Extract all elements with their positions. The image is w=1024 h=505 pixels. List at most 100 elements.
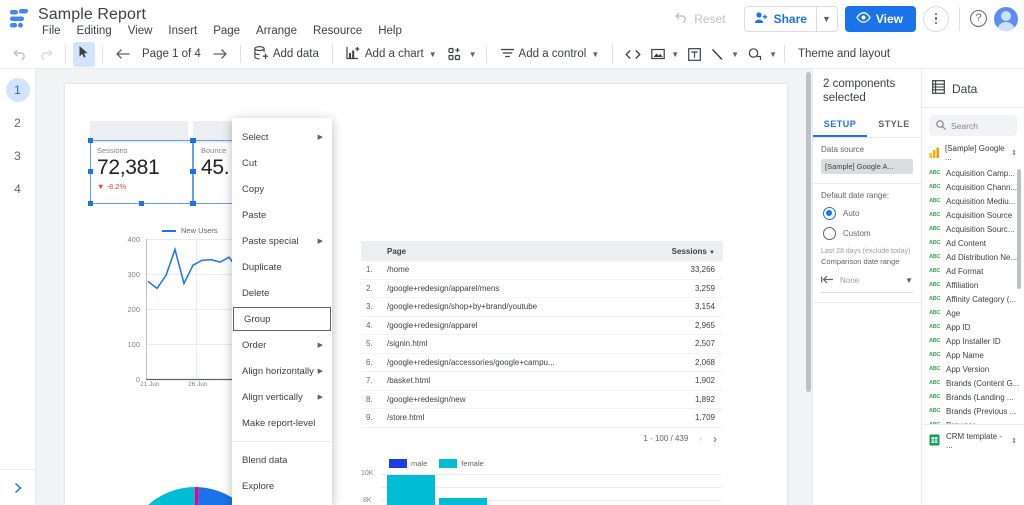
data-table-pages[interactable]: Page Sessions ▼ 1. /home 33,266 2. /google+r… [361, 241, 723, 450]
canvas-vertical-scrollbar[interactable] [805, 69, 812, 505]
field-item[interactable]: ABC Acquisition Camp... [929, 166, 1024, 180]
field-item[interactable]: ABC Acquisition Sourc... [929, 222, 1024, 236]
field-item[interactable]: ABC Acquisition Source [929, 208, 1024, 222]
table-row[interactable]: 9. /store.html 1,709 [361, 409, 723, 428]
bar-chart-gender[interactable]: male female 10K 8K [361, 459, 723, 505]
context-menu-item-delete[interactable]: Delete [232, 280, 332, 306]
table-row[interactable]: 7. /basket.html 1,902 [361, 372, 723, 391]
table-row[interactable]: 8. /google+redesign/new 1,892 [361, 391, 723, 409]
share-dropdown-button[interactable]: ▼ [815, 5, 838, 32]
field-item[interactable]: ABC Browser [929, 418, 1024, 425]
more-vertical-icon[interactable] [923, 5, 949, 32]
chevron-down-icon[interactable]: ▼ [905, 276, 913, 285]
radio-custom[interactable]: Custom [823, 227, 913, 240]
search-input[interactable]: Search [929, 115, 1017, 136]
page-thumb-2[interactable]: 2 [6, 111, 30, 135]
select-cursor-icon[interactable] [73, 41, 95, 67]
expand-collapse-icon[interactable]: ⇕ [1011, 437, 1017, 445]
field-list-scrollbar[interactable] [1017, 169, 1021, 289]
context-menu-item-align-vertically[interactable]: Align vertically ▶ [232, 384, 332, 410]
menu-item-file[interactable]: File [34, 24, 69, 38]
share-button[interactable]: Share [743, 5, 816, 32]
menu-item-insert[interactable]: Insert [160, 24, 205, 38]
line-icon[interactable] [706, 45, 730, 64]
context-menu-item-explore[interactable]: Explore [232, 473, 332, 499]
add-chart-button[interactable]: Add a chart ▼ [340, 43, 443, 66]
theme-and-layout-button[interactable]: Theme and layout [792, 45, 896, 63]
add-data-button[interactable]: Add data [248, 43, 325, 66]
field-item[interactable]: ABC Ad Format [929, 264, 1024, 278]
shape-icon[interactable] [743, 45, 768, 64]
context-menu-item-group[interactable]: Group [233, 307, 331, 331]
context-menu-item-copy[interactable]: Copy [232, 176, 332, 202]
template-item[interactable]: CRM template - ... ⇕ [922, 424, 1024, 457]
field-item[interactable]: ABC Acquisition Chann... [929, 180, 1024, 194]
field-item[interactable]: ABC App Installer ID [929, 334, 1024, 348]
undo-button[interactable] [8, 45, 33, 64]
reset-button[interactable]: Reset [664, 5, 736, 32]
field-item[interactable]: ABC Affiliation [929, 278, 1024, 292]
view-button[interactable]: View [844, 5, 916, 32]
context-menu-item-paste-special[interactable]: Paste special ▶ [232, 228, 332, 254]
field-item[interactable]: ABC Brands (Previous ... [929, 404, 1024, 418]
chevron-down-icon[interactable]: ▼ [769, 50, 777, 59]
page-indicator[interactable]: Page 1 of 4 [136, 45, 207, 63]
redo-button[interactable] [33, 45, 58, 64]
context-menu[interactable]: Select ▶ Cut Copy Paste Paste special ▶ Duplica… [232, 118, 332, 505]
report-page-1[interactable]: Sessions 72,381 ▼ -8.2% Bounce 45. New U… [65, 84, 787, 505]
chevron-down-icon[interactable]: ▼ [671, 50, 679, 59]
radio-auto-icon[interactable] [823, 207, 836, 220]
data-source-item[interactable]: [Sample] Google ... ⇕ [922, 140, 1024, 166]
expand-rail-button[interactable] [0, 469, 36, 505]
context-menu-item-paste[interactable]: Paste [232, 202, 332, 228]
context-menu-item-blend-data[interactable]: Blend data [232, 447, 332, 473]
expand-collapse-icon[interactable]: ⇕ [1011, 149, 1017, 157]
image-icon[interactable] [646, 45, 670, 63]
tab-setup[interactable]: SETUP [813, 112, 867, 137]
table-header-page[interactable]: Page [387, 247, 655, 256]
table-row[interactable]: 5. /signin.html 2,507 [361, 335, 723, 354]
comparison-dropdown[interactable]: None ▼ [821, 271, 913, 293]
text-box-icon[interactable] [683, 45, 706, 64]
context-menu-item-select[interactable]: Select ▶ [232, 124, 332, 150]
table-row[interactable]: 6. /google+redesign/accessories/google+ca… [361, 354, 723, 372]
report-canvas[interactable]: Sessions 72,381 ▼ -8.2% Bounce 45. New U… [36, 69, 812, 505]
field-item[interactable]: ABC Ad Content [929, 236, 1024, 250]
field-item[interactable]: ABC Brands (Landing ... [929, 390, 1024, 404]
field-item[interactable]: ABC Age [929, 306, 1024, 320]
menu-item-arrange[interactable]: Arrange [248, 24, 305, 38]
help-circle-icon[interactable]: ? [970, 10, 987, 27]
page-thumb-4[interactable]: 4 [6, 177, 30, 201]
chevron-right-icon[interactable]: › [713, 432, 717, 446]
data-source-chip[interactable]: [Sample] Google A... [821, 159, 913, 174]
field-item[interactable]: ABC App ID [929, 320, 1024, 334]
table-row[interactable]: 4. /google+redesign/apparel 2,965 [361, 317, 723, 335]
context-menu-item-align-horizontally[interactable]: Align horizontally ▶ [232, 358, 332, 384]
field-list[interactable]: ABC Acquisition Camp... ABC Acquisition Cha… [922, 166, 1024, 424]
chevron-down-icon[interactable]: ▼ [469, 50, 477, 59]
field-item[interactable]: ABC App Name [929, 348, 1024, 362]
field-item[interactable]: ABC Brands (Content G... [929, 376, 1024, 390]
context-menu-item-order[interactable]: Order ▶ [232, 332, 332, 358]
menu-item-resource[interactable]: Resource [305, 24, 370, 38]
field-item[interactable]: ABC App Version [929, 362, 1024, 376]
menu-item-view[interactable]: View [120, 24, 161, 38]
page-thumb-1[interactable]: 1 [5, 78, 30, 102]
context-menu-item-duplicate[interactable]: Duplicate [232, 254, 332, 280]
field-item[interactable]: ABC Acquisition Mediu... [929, 194, 1024, 208]
field-item[interactable]: ABC Ad Distribution Ne... [929, 250, 1024, 264]
embed-code-icon[interactable] [620, 46, 646, 63]
chevron-down-icon[interactable]: ▼ [429, 50, 437, 59]
table-row[interactable]: 3. /google+redesign/shop+by+brand/youtube… [361, 298, 723, 317]
page-thumb-3[interactable]: 3 [6, 144, 30, 168]
tab-style[interactable]: STYLE [867, 112, 921, 137]
chevron-down-icon[interactable]: ▼ [731, 50, 739, 59]
previous-page-button[interactable] [110, 45, 136, 63]
table-row[interactable]: 2. /google+redesign/apparel/mens 3,259 [361, 280, 723, 298]
field-item[interactable]: ABC Affinity Category (... [929, 292, 1024, 306]
radio-auto[interactable]: Auto [823, 207, 913, 220]
radio-custom-icon[interactable] [823, 227, 836, 240]
avatar[interactable] [994, 6, 1018, 31]
page-title[interactable]: Sample Report [38, 6, 146, 24]
menu-item-editing[interactable]: Editing [69, 24, 120, 38]
